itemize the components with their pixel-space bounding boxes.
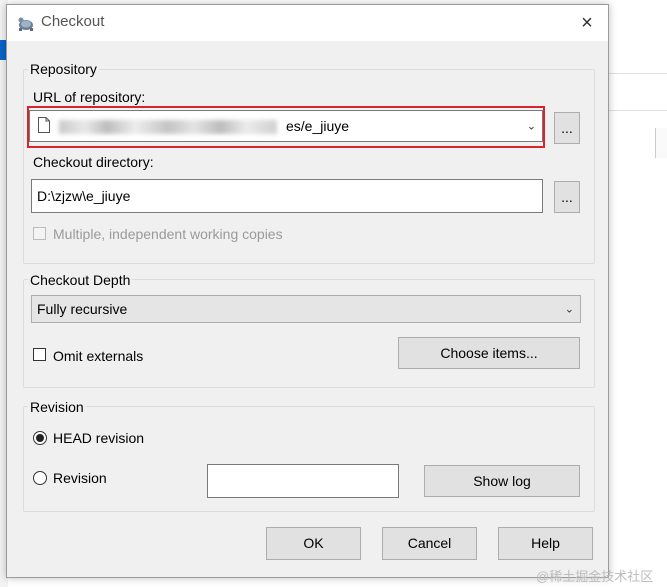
specific-revision-radio[interactable] (33, 471, 47, 485)
show-log-button[interactable]: Show log (424, 465, 580, 497)
omit-externals-label: Omit externals (53, 348, 144, 364)
specific-revision-label: Revision (53, 470, 107, 486)
redacted-url-portion (59, 120, 277, 134)
watermark: @稀土掘金技术社区 (536, 569, 654, 584)
head-revision-radio[interactable] (33, 431, 47, 445)
url-value: es/e_jiuye (286, 118, 350, 134)
cancel-button[interactable]: Cancel (382, 527, 477, 560)
multiple-working-copies-checkbox[interactable] (33, 227, 46, 240)
checkout-depth-group-title: Checkout Depth (28, 272, 133, 288)
depth-select[interactable]: Fully recursive ⌄ (31, 295, 581, 323)
choose-items-button[interactable]: Choose items... (398, 337, 580, 369)
radio-selected-dot (36, 434, 44, 442)
checkout-directory-value: D:\zjzw\e_jiuye (37, 188, 131, 204)
url-combobox[interactable]: es/e_jiuye ⌄ (29, 110, 543, 142)
chevron-down-icon[interactable]: ⌄ (527, 120, 536, 133)
omit-externals-checkbox[interactable] (33, 348, 46, 361)
head-revision-label: HEAD revision (53, 430, 145, 446)
chevron-down-icon[interactable]: ⌄ (565, 303, 574, 316)
checkout-dialog: Checkout × Repository URL of repository:… (6, 4, 609, 578)
background-divider (607, 73, 667, 74)
checkout-directory-input[interactable]: D:\zjzw\e_jiuye (31, 179, 543, 213)
ok-button[interactable]: OK (266, 527, 361, 560)
revision-group-title: Revision (28, 399, 86, 415)
multiple-working-copies-label: Multiple, independent working copies (53, 226, 283, 242)
background-tab (655, 128, 667, 158)
url-browse-button[interactable]: ... (554, 112, 580, 144)
tortoisesvn-icon (18, 17, 33, 31)
directory-browse-button[interactable]: ... (554, 181, 580, 213)
background-window-right (607, 0, 667, 587)
revision-input[interactable] (207, 464, 399, 498)
background-divider (607, 110, 667, 111)
url-label: URL of repository: (33, 89, 146, 105)
help-button[interactable]: Help (498, 527, 593, 560)
window-title: Checkout (41, 13, 105, 30)
document-icon (38, 117, 50, 133)
close-icon[interactable]: × (573, 9, 601, 37)
depth-selected-value: Fully recursive (37, 301, 128, 317)
checkout-directory-label: Checkout directory: (33, 154, 154, 170)
repository-group-title: Repository (28, 61, 99, 77)
title-bar: Checkout × (7, 5, 608, 41)
